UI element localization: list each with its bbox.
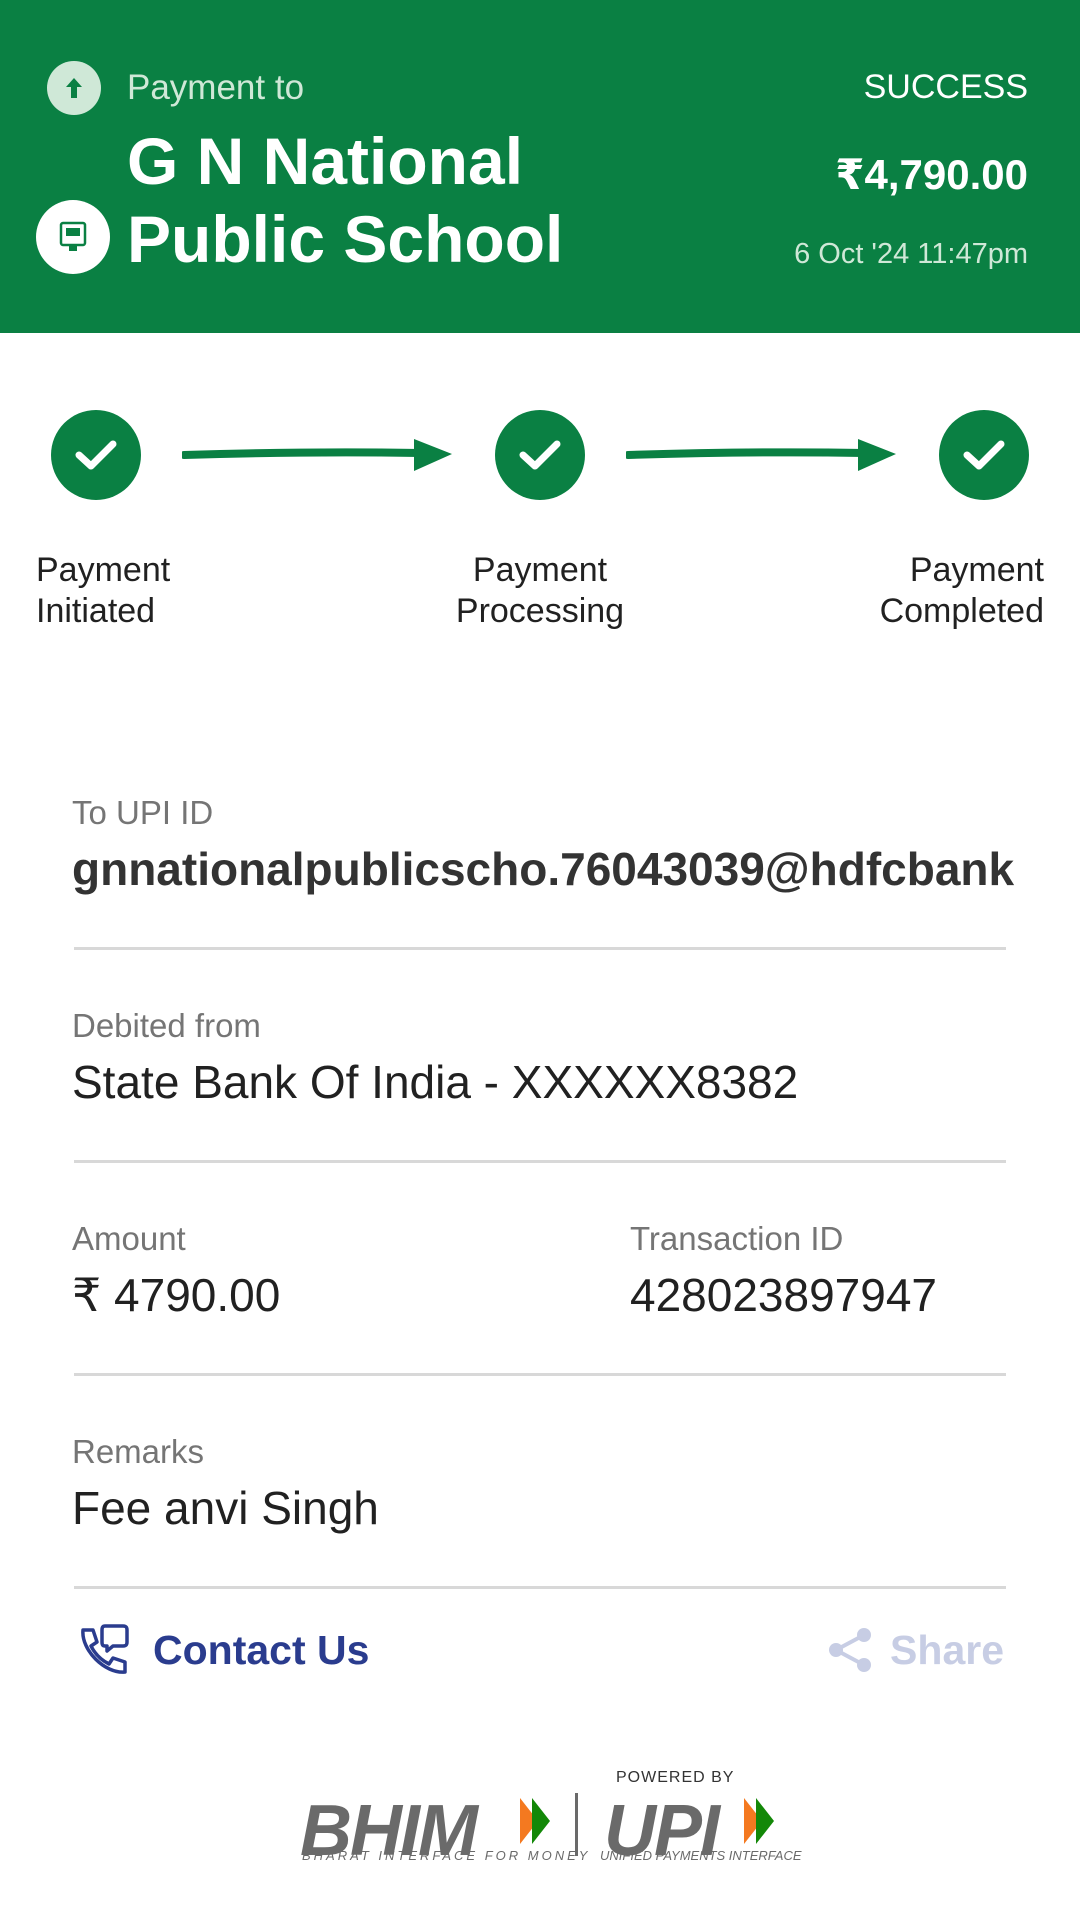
contact-us-label: Contact Us [153, 1626, 370, 1673]
logo-separator [575, 1793, 578, 1856]
progress-arrow-icon [626, 439, 896, 471]
step-label-line: Completed [879, 592, 1044, 630]
divider [74, 947, 1006, 950]
step-label-line: Processing [455, 592, 625, 630]
share-icon [829, 1628, 872, 1672]
remarks-value: Fee anvi Singh [72, 1482, 379, 1534]
upi-id-label: To UPI ID [72, 794, 214, 831]
arrow-up-icon [47, 61, 101, 115]
powered-by-label: POWERED BY [616, 1769, 735, 1786]
check-icon [495, 410, 585, 500]
step-label-completed: Payment Completed [880, 550, 1044, 632]
transaction-id-label: Transaction ID [630, 1220, 844, 1257]
header-amount: ₹4,790.00 [835, 151, 1028, 198]
upi-arrow-icon [744, 1798, 774, 1844]
transaction-datetime: 6 Oct '24 11:47pm [794, 238, 1028, 270]
share-label: Share [890, 1626, 1004, 1673]
step-label-initiated: Payment Initiated [36, 550, 170, 632]
progress-arrow-icon [182, 439, 452, 471]
step-label-processing: Payment Processing [430, 550, 650, 632]
bank-building-icon [36, 200, 110, 274]
bhim-tagline: BHARAT INTERFACE FOR MONEY [302, 1848, 591, 1863]
check-icon [939, 410, 1029, 500]
contact-us-button[interactable]: Contact Us [75, 1620, 369, 1680]
upi-tagline: UNIFIED PAYMENTS INTERFACE [600, 1848, 802, 1863]
divider [74, 1373, 1006, 1376]
divider [74, 1586, 1006, 1589]
payee-name-line1: G N National [127, 124, 524, 198]
debited-from-label: Debited from [72, 1007, 261, 1044]
payment-to-label: Payment to [127, 68, 305, 107]
step-label-line: Payment [909, 551, 1044, 589]
transaction-id-value[interactable]: 428023897947 [630, 1268, 937, 1322]
amount-value: ₹ 4790.00 [72, 1269, 281, 1321]
share-button[interactable]: Share [826, 1620, 1004, 1680]
check-icon [51, 410, 141, 500]
divider [74, 1160, 1006, 1163]
amount-label: Amount [72, 1220, 186, 1257]
bhim-arrow-icon [520, 1798, 550, 1844]
step-label-line: Initiated [36, 592, 156, 630]
debited-from-value: State Bank Of India - XXXXXX8382 [72, 1056, 799, 1108]
status-badge: SUCCESS [863, 68, 1028, 106]
step-label-line: Payment [36, 551, 171, 589]
phone-support-icon [81, 1624, 129, 1674]
payee-name-line2: Public School [127, 202, 564, 276]
payee-name: G N National Public School [127, 122, 687, 278]
upi-id-value: gnnationalpublicscho.76043039@hdfcbank [72, 843, 1015, 895]
step-label-line: Payment [472, 551, 608, 589]
remarks-label: Remarks [72, 1433, 205, 1470]
payment-header: Payment to G N National Public School SU… [0, 0, 1080, 333]
